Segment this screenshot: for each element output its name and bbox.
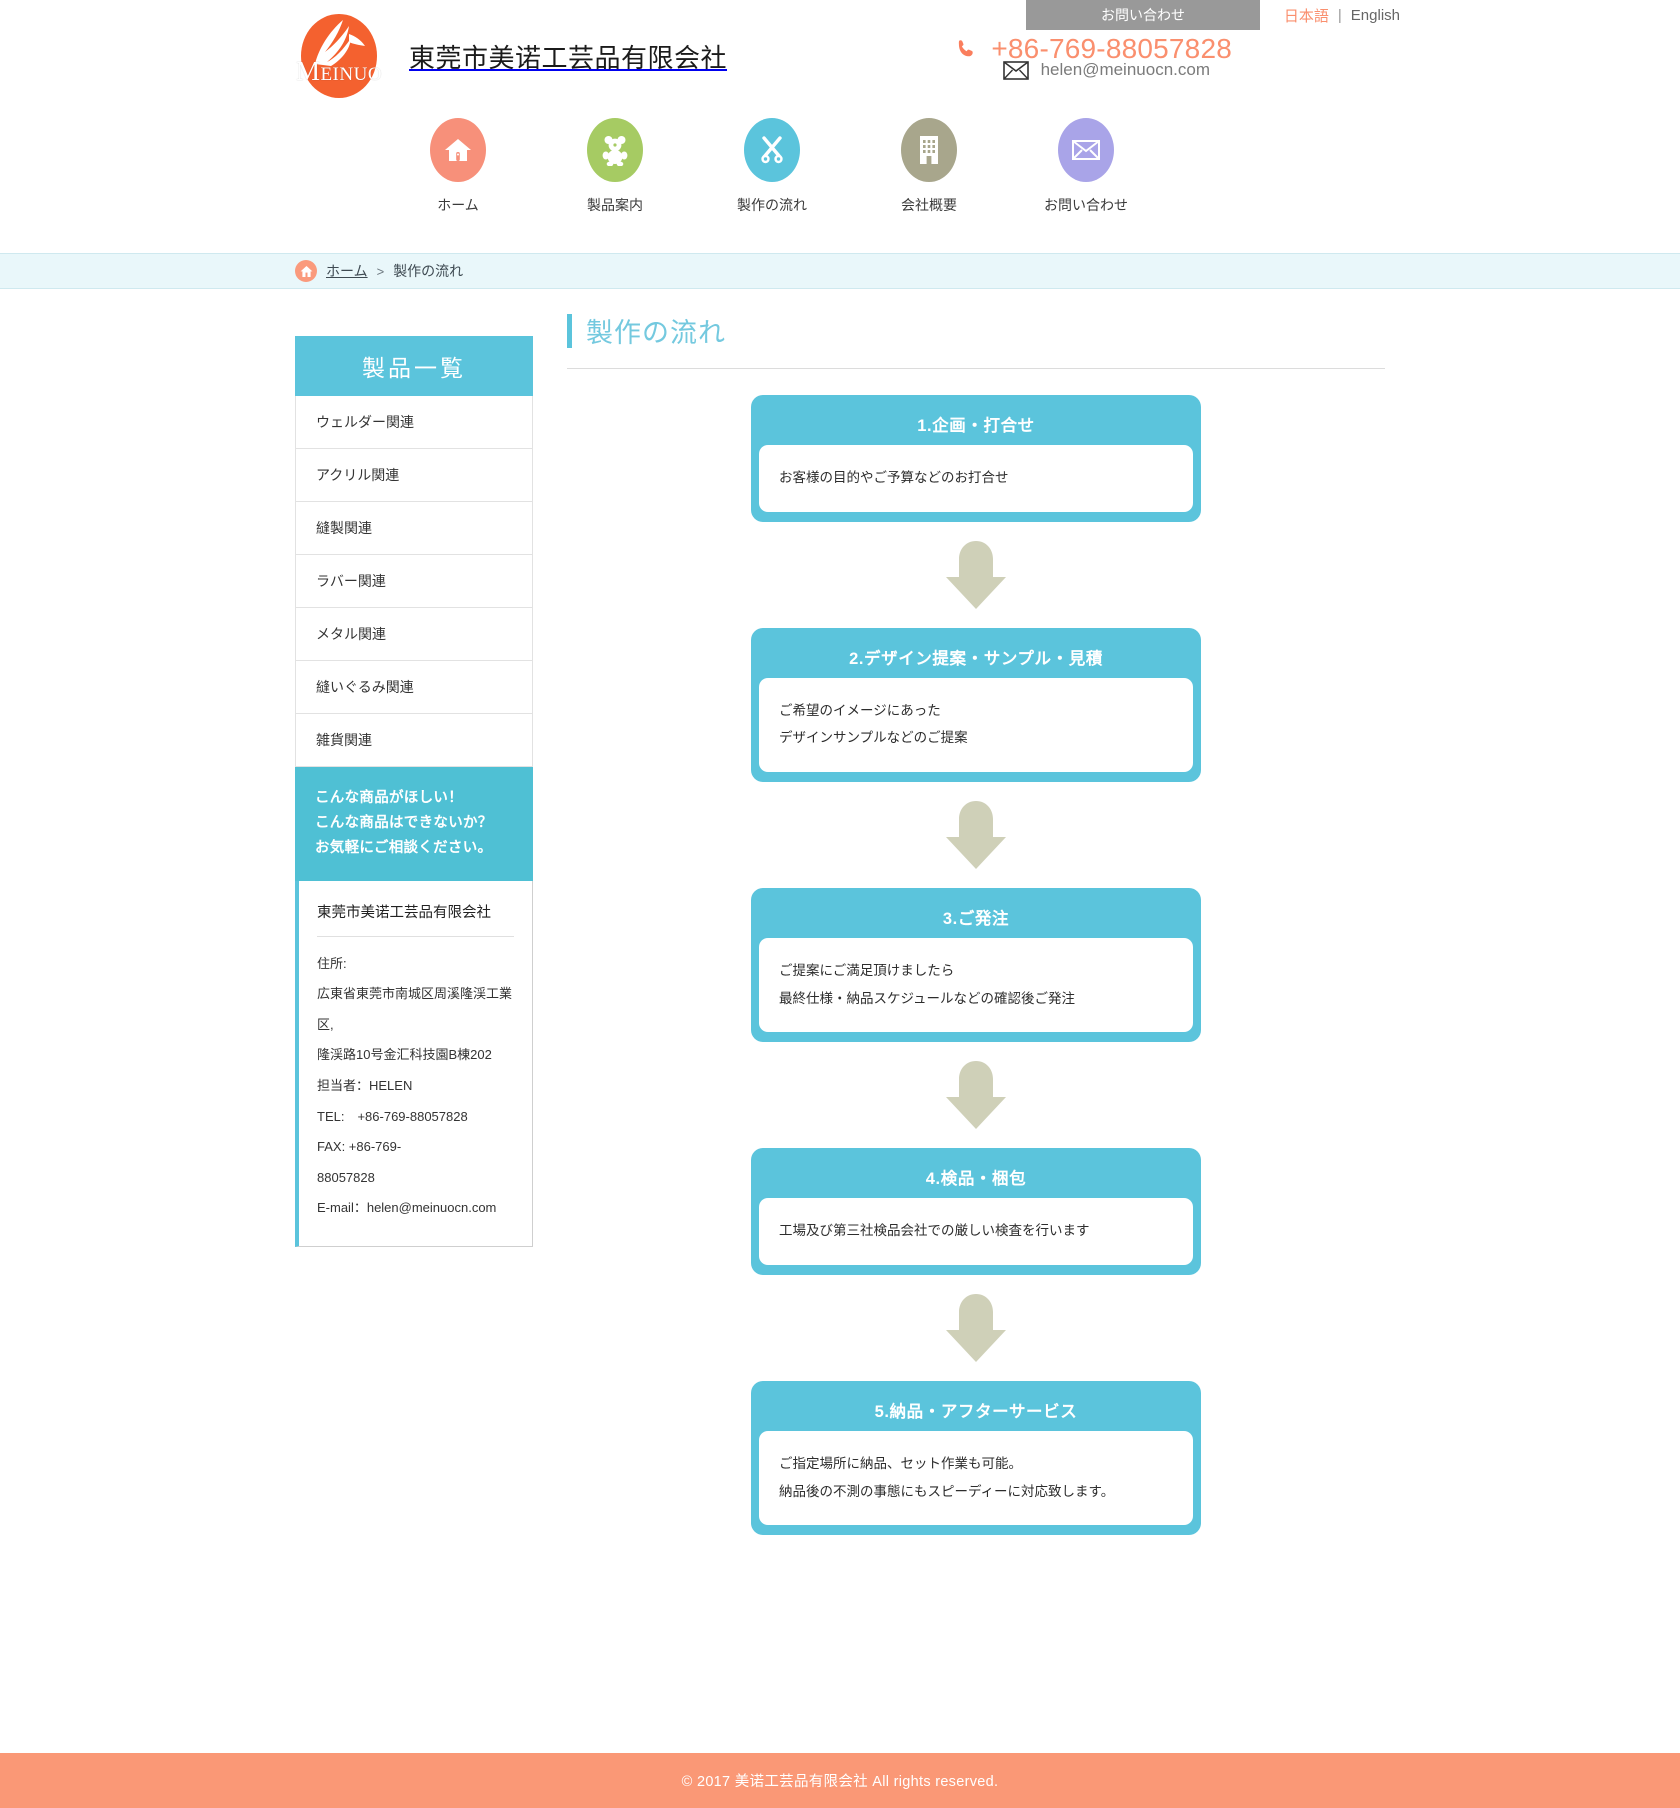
cta-line-3: お気軽にご相談ください。 (315, 839, 493, 856)
info-line: 隆渓路10号金汇科技園B棟202 (317, 1047, 492, 1063)
sidebar-item-sewing[interactable]: 縫製関連 (296, 502, 532, 555)
teddy-bear-icon (587, 118, 643, 182)
office-building-icon (901, 118, 957, 182)
nav-label: 製品案内 (587, 197, 643, 213)
step-body: 工場及び第三社検品会社での厳しい検査を行います (759, 1198, 1193, 1266)
envelope-icon (1002, 60, 1029, 80)
sidebar-item-acrylic[interactable]: アクリル関連 (296, 449, 532, 502)
lang-japanese[interactable]: 日本語 (1284, 5, 1329, 26)
logo-wordmark: MEINUO (295, 56, 383, 86)
company-name: 東莞市美诺工芸品有限会社 (409, 42, 728, 73)
breadcrumb-separator: > (376, 263, 385, 279)
breadcrumb: ホーム > 製作の流れ (280, 254, 1400, 288)
production-flow: 1.企画・打合せ お客様の目的やご予算などのお打合せ 2.デザイン提案・サンプル… (567, 369, 1385, 1536)
flow-step-3: 3.ご発注 ご提案にご満足頂けましたら 最終仕様・納品スケジュールなどの確認後ご… (751, 888, 1201, 1043)
step-text: 最終仕様・納品スケジュールなどの確認後ご発注 (779, 990, 1076, 1006)
step-heading: 2.デザイン提案・サンプル・見積 (849, 649, 1103, 668)
step-text: 納品後の不測の事態にもスピーディーに対応致します。 (779, 1483, 1115, 1499)
page-body: 製品一覧 ウェルダー関連 アクリル関連 縫製関連 ラバー関連 メタル関連 縫いぐ… (0, 289, 1680, 1536)
site-header: MEINUO 東莞市美诺工芸品有限会社 お問い合わせ 日本語 | English… (0, 0, 1680, 253)
nav-label: お問い合わせ (1044, 197, 1128, 213)
step-text: お客様の目的やご予算などのお打合せ (779, 470, 1009, 485)
page-title: 製作の流れ (586, 318, 726, 348)
house-icon (430, 118, 486, 182)
envelope-icon (1058, 118, 1114, 182)
site-footer: © 2017 美诺工芸品有限会社 All rights reserved. (0, 1753, 1680, 1808)
house-icon[interactable] (295, 260, 317, 282)
site-logo[interactable]: MEINUO 東莞市美诺工芸品有限会社 (295, 8, 727, 104)
step-body: ご指定場所に納品、セット作業も可能。 納品後の不測の事態にもスピーディーに対応致… (759, 1431, 1193, 1526)
info-line: FAX: +86-769- (317, 1139, 402, 1155)
flow-step-4: 4.検品・梱包 工場及び第三社検品会社での厳しい検査を行います (751, 1148, 1201, 1276)
header-email[interactable]: helen@meinuocn.com (1002, 60, 1210, 80)
nav-label: 会社概要 (901, 197, 957, 213)
sidebar-item-metal[interactable]: メタル関連 (296, 608, 532, 661)
flow-step-2: 2.デザイン提案・サンプル・見積 ご希望のイメージにあった デザインサンプルなど… (751, 627, 1201, 783)
info-line: 広東省東莞市南城区周溪隆渓工業区, (317, 986, 513, 1032)
step-text: ご希望のイメージにあった (779, 702, 941, 718)
flow-step-5: 5.納品・アフターサービス ご指定場所に納品、セット作業も可能。 納品後の不測の… (751, 1381, 1201, 1536)
sidebar-category-list: ウェルダー関連 アクリル関連 縫製関連 ラバー関連 メタル関連 縫いぐるみ関連 … (295, 396, 533, 767)
sidebar-item-goods[interactable]: 雑貨関連 (296, 714, 532, 767)
sidebar-item-plush[interactable]: 縫いぐるみ関連 (296, 661, 532, 714)
copyright-text: © 2017 美诺工芸品有限会社 All rights reserved. (681, 1774, 999, 1790)
pegasus-bird-logo: MEINUO (295, 8, 383, 104)
nav-label: ホーム (437, 197, 479, 213)
down-arrow-icon (946, 540, 1006, 609)
phone-icon (959, 40, 974, 57)
sidebar-company-info: 東莞市美诺工芸品有限会社 住所: 広東省東莞市南城区周溪隆渓工業区, 隆渓路10… (295, 880, 533, 1247)
sidebar-item-rubber[interactable]: ラバー関連 (296, 555, 532, 608)
info-line: 88057828 (317, 1169, 375, 1185)
cta-line-2: こんな商品はできないか？ (315, 814, 493, 831)
lang-separator: | (1337, 7, 1342, 24)
down-arrow-icon (946, 1061, 1006, 1130)
flow-step-1: 1.企画・打合せ お客様の目的やご予算などのお打合せ (751, 395, 1201, 522)
nav-item-products[interactable]: 製品案内 (587, 118, 643, 215)
step-body: お客様の目的やご予算などのお打合せ (759, 445, 1193, 512)
step-body: ご提案にご満足頂けましたら 最終仕様・納品スケジュールなどの確認後ご発注 (759, 938, 1193, 1033)
down-arrow-icon (946, 1294, 1006, 1363)
cta-line-1: こんな商品がほしい！ (315, 790, 463, 806)
info-line: 住所: (317, 955, 347, 971)
scissors-icon (744, 118, 800, 182)
step-heading: 5.納品・アフターサービス (874, 1403, 1078, 1422)
info-line: E-mail：helen@meinuocn.com (317, 1200, 497, 1216)
info-line: 担当者：HELEN (317, 1078, 413, 1093)
step-text: ご指定場所に納品、セット作業も可能。 (779, 1456, 1022, 1472)
lang-english[interactable]: English (1351, 7, 1400, 24)
nav-label: 製作の流れ (737, 197, 807, 213)
main-content: 製作の流れ 1.企画・打合せ お客様の目的やご予算などのお打合せ 2.デザイン提… (567, 289, 1400, 1536)
info-divider (317, 935, 514, 937)
email-address: helen@meinuocn.com (1040, 60, 1210, 79)
nav-item-flow[interactable]: 製作の流れ (737, 118, 807, 215)
down-arrow-icon (946, 801, 1006, 870)
info-company-name: 東莞市美诺工芸品有限会社 (317, 904, 491, 921)
step-text: 工場及び第三社検品会社での厳しい検査を行います (779, 1223, 1090, 1239)
breadcrumb-home[interactable]: ホーム (326, 261, 368, 281)
step-text: デザインサンプルなどのご提案 (779, 730, 968, 746)
sidebar-cta-banner[interactable]: こんな商品がほしい！ こんな商品はできないか？ お気軽にご相談ください。 (295, 767, 533, 881)
sidebar: 製品一覧 ウェルダー関連 アクリル関連 縫製関連 ラバー関連 メタル関連 縫いぐ… (295, 336, 533, 1247)
step-heading: 1.企画・打合せ (917, 417, 1035, 435)
breadcrumb-bar: ホーム > 製作の流れ (0, 253, 1680, 289)
step-body: ご希望のイメージにあった デザインサンプルなどのご提案 (759, 677, 1193, 773)
step-text: ご提案にご満足頂けましたら (779, 963, 955, 979)
sidebar-heading: 製品一覧 (295, 336, 533, 396)
nav-item-company[interactable]: 会社概要 (901, 118, 957, 215)
page-title-row: 製作の流れ (567, 289, 1385, 369)
breadcrumb-current: 製作の流れ (393, 263, 464, 279)
contact-button[interactable]: お問い合わせ (1026, 0, 1260, 30)
language-switcher[interactable]: 日本語 | English (1284, 5, 1400, 26)
info-line: TEL: +86-769-88057828 (317, 1108, 468, 1124)
nav-item-contact[interactable]: お問い合わせ (1044, 118, 1128, 215)
title-accent-bar (567, 313, 572, 348)
step-heading: 4.検品・梱包 (925, 1170, 1027, 1189)
nav-item-home[interactable]: ホーム (430, 118, 486, 215)
main-navigation: ホーム 製品案内 製作の流れ 会社概要 お問い合わせ (430, 118, 1128, 215)
step-heading: 3.ご発注 (942, 910, 1010, 929)
sidebar-item-welder[interactable]: ウェルダー関連 (296, 396, 532, 449)
